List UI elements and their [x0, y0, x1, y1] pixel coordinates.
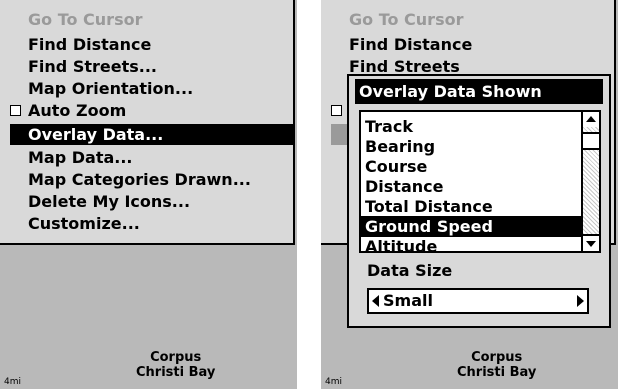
menu-item-overlay-data[interactable]: Overlay Data...	[10, 124, 293, 145]
menu-item-find-distance: Find Distance	[349, 35, 473, 54]
map-scale: 4mi	[4, 377, 21, 387]
data-size-value: Small	[383, 291, 433, 310]
map-place-label-line2: Christi Bay	[457, 365, 537, 380]
menu-item-find-distance[interactable]: Find Distance	[28, 34, 151, 55]
list-item-track[interactable]: Track	[365, 116, 413, 137]
map-place-label: Corpus Christi Bay	[457, 350, 536, 380]
map-menu: Go To Cursor Find Distance Find Streets.…	[0, 0, 295, 245]
arrow-right-icon[interactable]	[577, 295, 584, 307]
data-size-label: Data Size	[367, 261, 453, 280]
left-screen: Go To Cursor Find Distance Find Streets.…	[0, 0, 297, 389]
menu-item-go-to-cursor: Go To Cursor	[28, 10, 143, 29]
list-item-bearing[interactable]: Bearing	[365, 136, 435, 157]
overlay-data-dialog: Overlay Data Shown Track Bearing Course …	[347, 74, 611, 328]
auto-zoom-checkbox	[331, 105, 342, 116]
map-place-label-line1: Corpus	[471, 350, 523, 365]
scroll-up-arrow-icon	[586, 116, 596, 122]
list-item-total-distance[interactable]: Total Distance	[365, 196, 493, 217]
auto-zoom-checkbox[interactable]	[10, 105, 21, 116]
menu-item-map-data[interactable]: Map Data...	[28, 147, 133, 168]
menu-item-map-orientation[interactable]: Map Orientation...	[28, 78, 193, 99]
scroll-down-arrow-icon	[586, 241, 596, 247]
list-item-distance[interactable]: Distance	[365, 176, 443, 197]
scroll-up-button[interactable]	[583, 112, 599, 127]
menu-item-auto-zoom[interactable]: Auto Zoom	[28, 100, 126, 121]
map-place-label: Corpus Christi Bay	[136, 350, 215, 380]
right-screen: Go To Cursor Find Distance Find Streets …	[321, 0, 618, 389]
list-item-course[interactable]: Course	[365, 156, 427, 177]
menu-item-go-to-cursor: Go To Cursor	[349, 10, 464, 29]
overlay-data-list[interactable]: Track Bearing Course Distance Total Dist…	[359, 110, 601, 253]
map-place-label-line1: Corpus	[150, 350, 202, 365]
list-item-altitude[interactable]: Altitude	[365, 236, 437, 251]
menu-item-delete-my-icons[interactable]: Delete My Icons...	[28, 191, 190, 212]
map-place-label-line2: Christi Bay	[136, 365, 216, 380]
list-item-ground-speed[interactable]: Ground Speed	[361, 216, 581, 237]
scroll-thumb[interactable]	[583, 132, 599, 150]
arrow-left-icon[interactable]	[372, 295, 379, 307]
scroll-down-button[interactable]	[583, 234, 599, 251]
menu-item-customize[interactable]: Customize...	[28, 213, 140, 234]
data-size-selector[interactable]: Small	[367, 288, 589, 314]
map-scale: 4mi	[325, 377, 342, 387]
dialog-title: Overlay Data Shown	[355, 79, 603, 104]
menu-item-map-categories-drawn[interactable]: Map Categories Drawn...	[28, 169, 251, 190]
list-scrollbar[interactable]	[581, 112, 599, 251]
menu-item-find-streets[interactable]: Find Streets...	[28, 56, 157, 77]
